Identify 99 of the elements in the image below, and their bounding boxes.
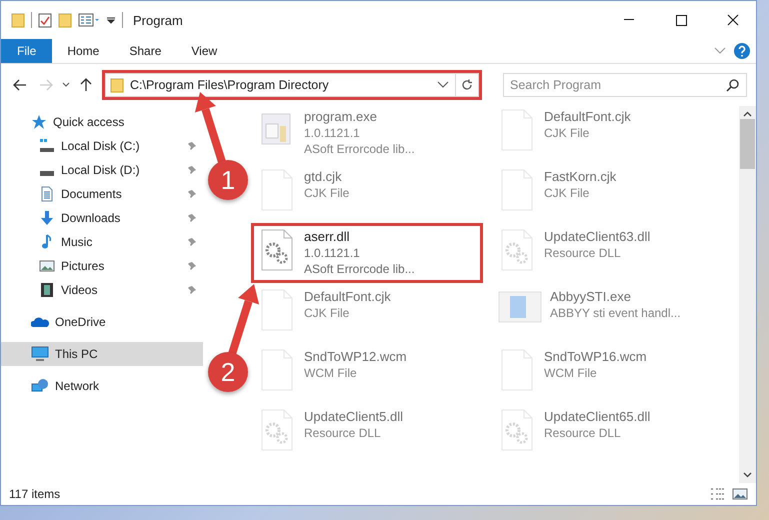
file-tile[interactable]: DefaultFont.cjk CJK File (254, 286, 480, 340)
sidebar-item[interactable]: Pictures (1, 254, 203, 278)
up-arrow-icon (80, 78, 92, 92)
sidebar-item[interactable]: Documents (1, 182, 203, 206)
pin-icon[interactable] (187, 237, 197, 247)
file-tile[interactable]: FastKorn.cjk CJK File (494, 166, 720, 220)
new-folder-icon[interactable] (58, 12, 72, 28)
pin-icon[interactable] (187, 189, 197, 199)
pin-icon[interactable] (187, 165, 197, 175)
scroll-thumb[interactable] (740, 119, 755, 169)
dropdown-icon[interactable] (106, 15, 116, 25)
file-tile[interactable]: DefaultFont.cjk CJK File (494, 106, 720, 160)
file-tile[interactable]: UpdateClient65.dll Resource DLL (494, 406, 720, 460)
window-title: Program (133, 12, 184, 28)
minimize-icon (624, 19, 634, 21)
file-name: gtd.cjk (304, 169, 343, 184)
pin-icon[interactable] (187, 285, 197, 295)
thumbnail-view-icon[interactable] (732, 487, 748, 501)
file-detail: 1.0.1121.1 (304, 126, 361, 140)
annotation-arrow (194, 92, 226, 164)
file-detail: 1.0.1121.1 (304, 246, 361, 260)
file-detail: ASoft Errorcode lib... (304, 142, 415, 156)
file-detail: ASoft Errorcode lib... (304, 262, 415, 276)
back-arrow-icon (13, 79, 27, 91)
download-icon (39, 210, 55, 226)
sidebar-item[interactable]: Downloads (1, 206, 203, 230)
document-icon (39, 186, 55, 202)
file-tile[interactable]: aserr.dll 1.0.1121.1 ASoft Errorcode lib... (254, 226, 480, 280)
file-name: aserr.dll (304, 229, 351, 244)
sidebar-item[interactable]: Local Disk (C:) (1, 134, 203, 158)
file-detail: CJK File (304, 186, 350, 200)
scroll-down-icon[interactable] (743, 472, 752, 478)
view-options-icon[interactable] (78, 13, 100, 27)
file-detail: Resource DLL (544, 426, 622, 440)
drive-icon (39, 170, 55, 176)
star-icon (31, 114, 47, 130)
file-tile[interactable]: SndToWP16.wcm WCM File (494, 346, 720, 400)
file-detail: WCM File (544, 366, 598, 380)
sidebar-item[interactable]: Local Disk (D:) (1, 158, 203, 182)
file-detail: CJK File (304, 306, 350, 320)
file-name: SndToWP12.wcm (304, 349, 407, 364)
file-tile[interactable]: SndToWP12.wcm WCM File (254, 346, 480, 400)
sidebar-item[interactable]: Network (1, 374, 203, 398)
annotation-arrow (228, 284, 260, 356)
pin-icon[interactable] (187, 261, 197, 271)
file-tile[interactable]: AbbyySTI.exe ABBYY sti event handl... (494, 286, 720, 340)
address-bar[interactable]: C:\Program Files\Program Directory (105, 73, 479, 97)
sidebar-item[interactable]: OneDrive (1, 310, 203, 334)
sidebar-item[interactable]: This PC (1, 342, 203, 366)
maximize-icon (676, 14, 686, 26)
file-name: UpdateClient63.dll (544, 229, 650, 244)
scroll-up-icon[interactable] (743, 111, 752, 117)
folder-icon[interactable] (11, 12, 25, 28)
picture-icon (39, 258, 55, 274)
file-detail: CJK File (544, 126, 590, 140)
drive-icon (39, 138, 55, 154)
scrollbar[interactable] (739, 106, 756, 483)
pin-icon[interactable] (187, 141, 197, 151)
search-icon (726, 79, 739, 92)
cloud-icon (31, 316, 49, 328)
file-detail: Resource DLL (304, 426, 382, 440)
forward-arrow-icon (39, 79, 53, 91)
sidebar-item[interactable]: Quick access (1, 110, 203, 134)
sidebar-item[interactable]: Music (1, 230, 203, 254)
folder-icon (110, 77, 124, 93)
help-icon[interactable] (734, 43, 750, 59)
file-name: UpdateClient65.dll (544, 409, 650, 424)
ribbon-tab[interactable]: View (176, 39, 232, 63)
refresh-icon (461, 79, 473, 91)
chevron-down-icon[interactable] (437, 81, 449, 89)
file-tile[interactable]: gtd.cjk CJK File (254, 166, 480, 220)
file-name: FastKorn.cjk (544, 169, 616, 184)
file-name: DefaultFont.cjk (544, 109, 631, 124)
file-detail: WCM File (304, 366, 358, 380)
file-name: AbbyySTI.exe (550, 289, 632, 304)
film-icon (39, 282, 55, 298)
properties-icon[interactable] (38, 12, 52, 28)
ribbon-tab[interactable]: Share (114, 39, 176, 63)
file-name: DefaultFont.cjk (304, 289, 391, 304)
pin-icon[interactable] (187, 213, 197, 223)
file-tile[interactable]: UpdateClient5.dll Resource DLL (254, 406, 480, 460)
close-icon (727, 14, 739, 26)
details-view-icon[interactable] (710, 487, 726, 501)
file-detail: CJK File (544, 186, 590, 200)
file-name: UpdateClient5.dll (304, 409, 404, 424)
file-tile[interactable]: UpdateClient63.dll Resource DLL (494, 226, 720, 280)
file-detail: ABBYY sti event handl... (550, 306, 681, 320)
search-field[interactable]: Search Program (503, 73, 747, 97)
network-icon (31, 378, 49, 394)
sidebar-item[interactable]: Videos (1, 278, 203, 302)
recent-dropdown-icon[interactable] (61, 81, 71, 89)
item-count: 117 items (9, 487, 62, 501)
ribbon-tab[interactable]: Home (52, 39, 114, 63)
file-detail: Resource DLL (544, 246, 622, 260)
file-name: SndToWP16.wcm (544, 349, 647, 364)
monitor-icon (31, 346, 49, 362)
file-tile[interactable]: program.exe 1.0.1121.1 ASoft Errorcode lib... (254, 106, 480, 160)
ribbon-tab[interactable]: File (1, 39, 52, 63)
file-name: program.exe (304, 109, 378, 124)
